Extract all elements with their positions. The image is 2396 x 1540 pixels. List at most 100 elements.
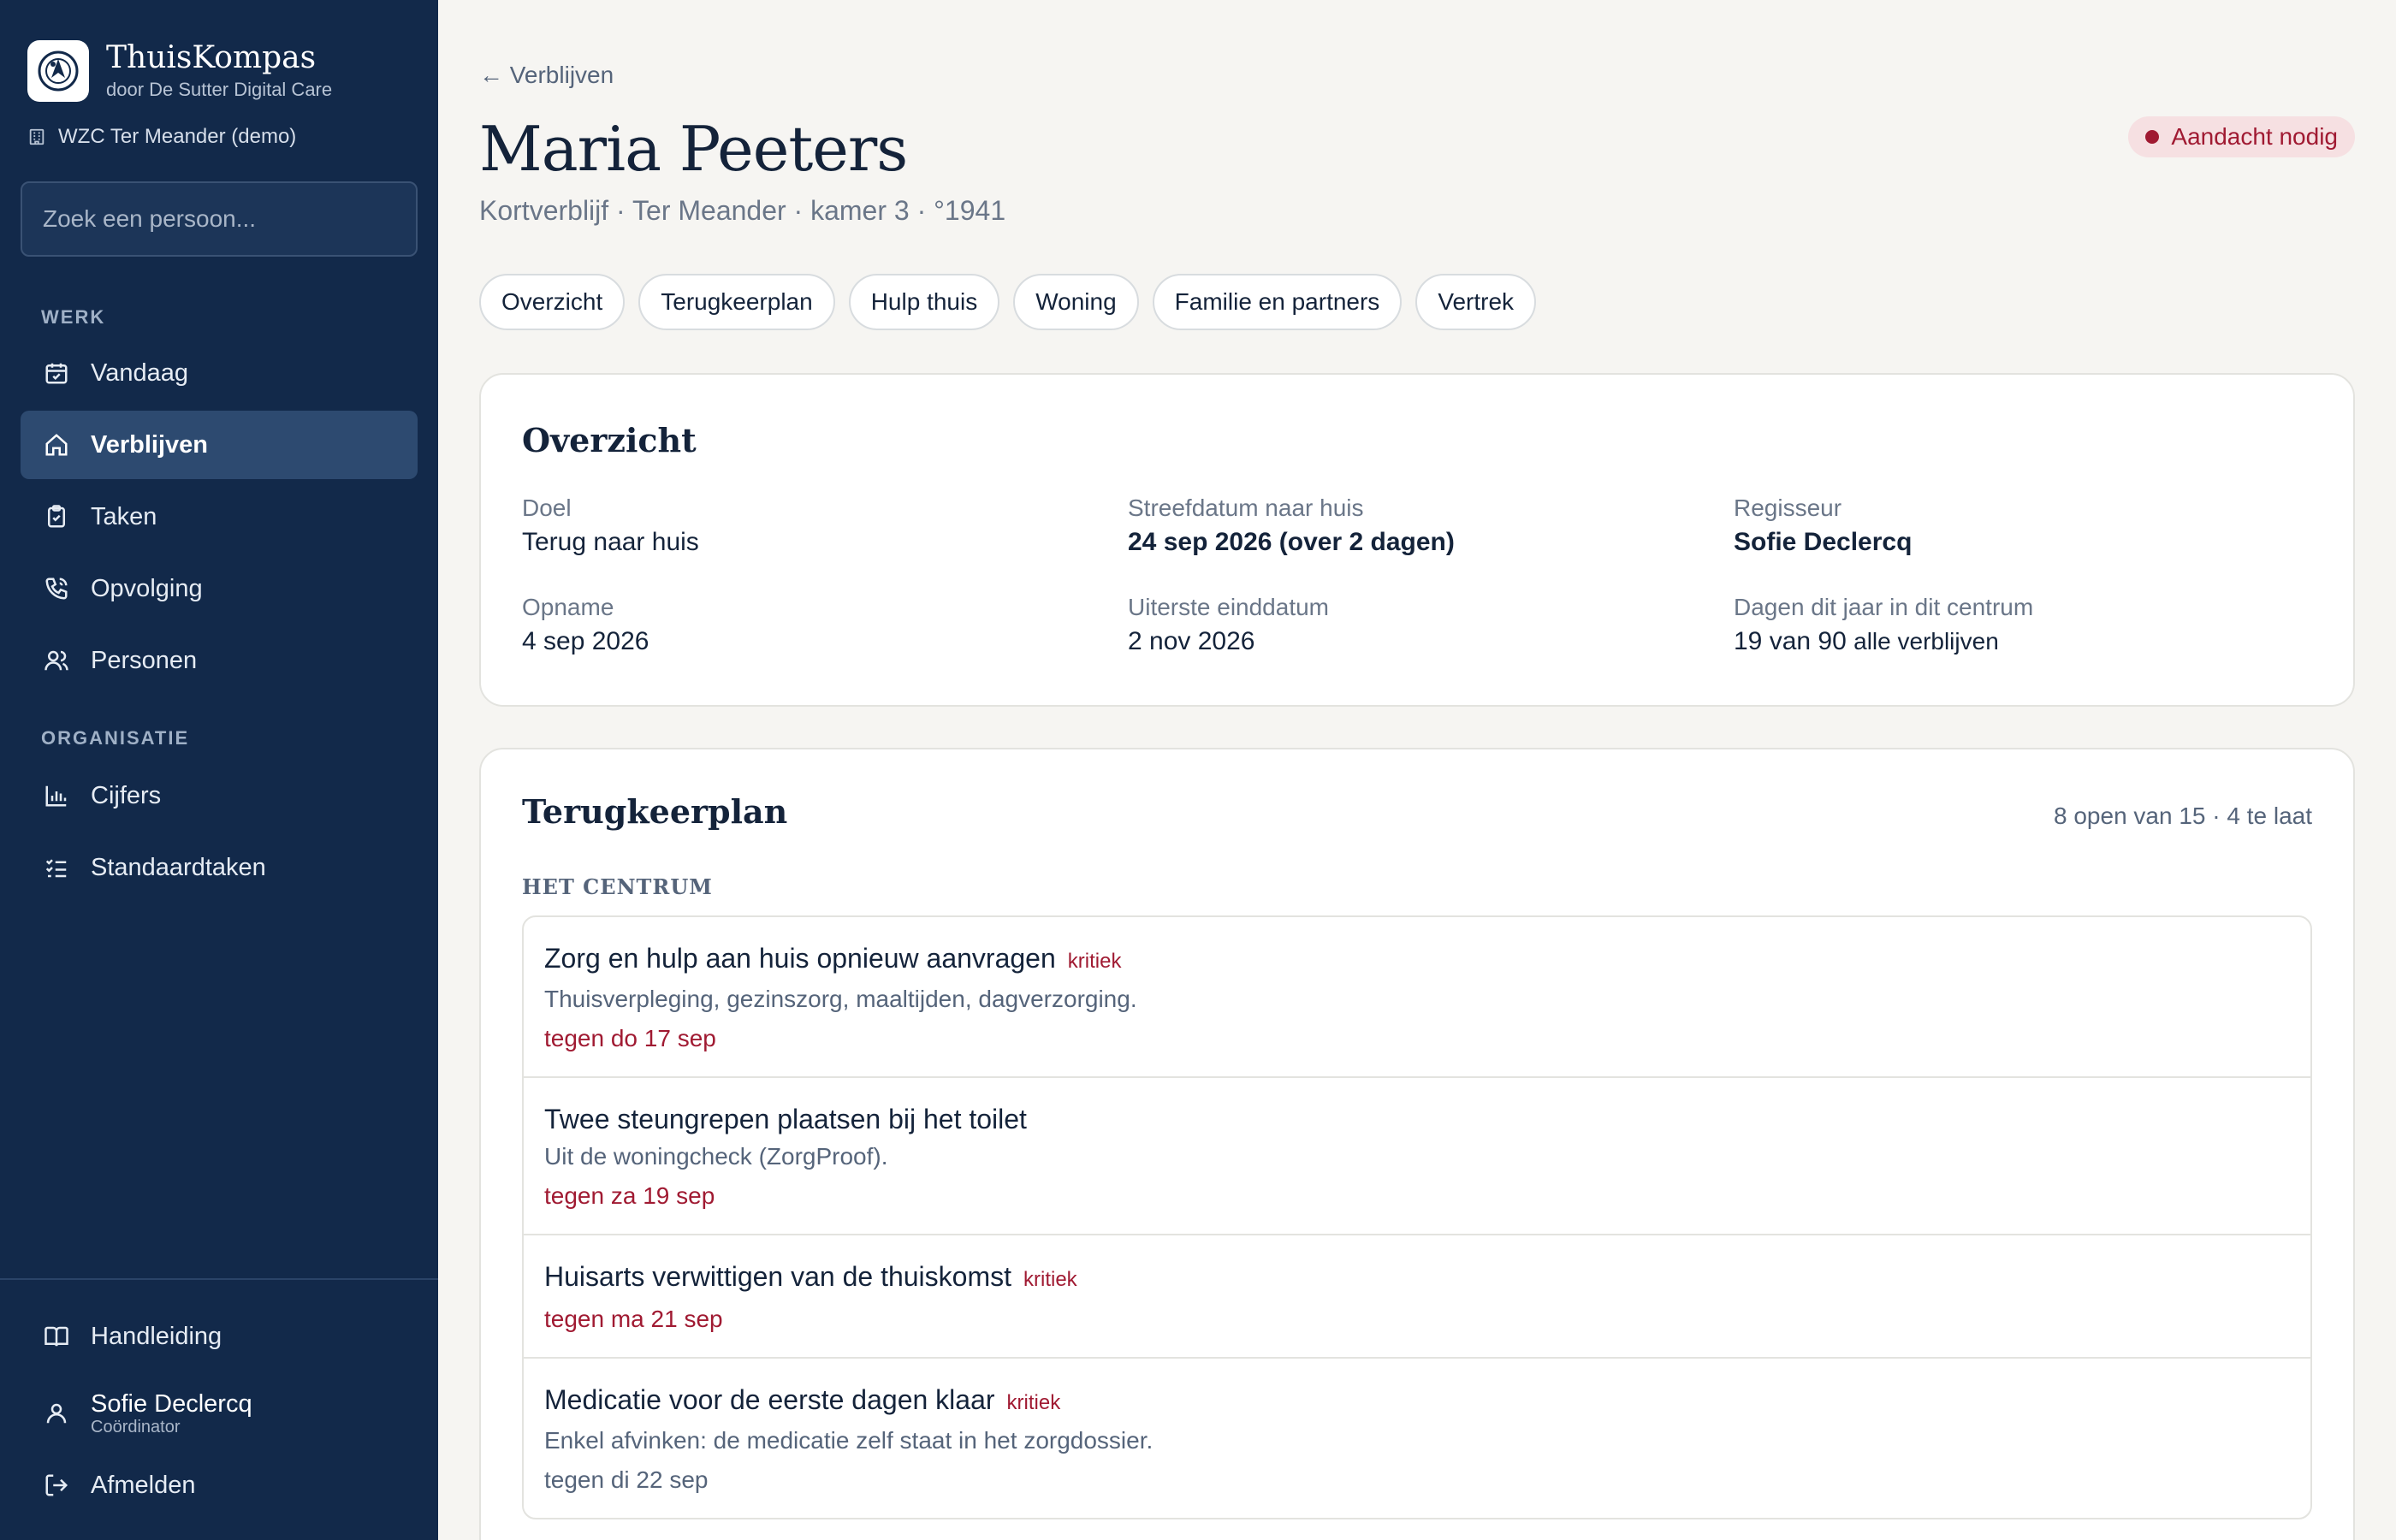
task-item[interactable]: Huisarts verwittigen van de thuiskomst kr… xyxy=(524,1235,2310,1359)
overview-title: Overzicht xyxy=(522,421,697,459)
sidebar-item-vandaag[interactable]: Vandaag xyxy=(21,339,418,407)
field-value: 19 van 90 alle verblijven xyxy=(1734,625,2316,659)
tab-overzicht[interactable]: Overzicht xyxy=(479,274,626,330)
brand-subtitle: door De Sutter Digital Care xyxy=(106,79,333,100)
tab-familie-en-partners[interactable]: Familie en partners xyxy=(1152,274,1403,330)
sidebar-item-label: Afmelden xyxy=(91,1471,196,1499)
critical-tag: kritiek xyxy=(1067,950,1122,973)
book-icon xyxy=(41,1321,72,1352)
field-value-suffix: alle verblijven xyxy=(1853,628,1999,654)
tab-woning[interactable]: Woning xyxy=(1013,274,1139,330)
section-label-organisation: ORGANISATIE xyxy=(41,727,190,749)
sidebar-item-label: Verblijven xyxy=(91,430,209,459)
task-due-date: tegen za 19 sep xyxy=(544,1182,715,1209)
task-title: Medicatie voor de eerste dagen klaar krit… xyxy=(544,1383,2290,1420)
sidebar: ThuisKompas door De Sutter Digital Care … xyxy=(0,0,438,1540)
field-value: 4 sep 2026 xyxy=(522,627,649,655)
field-label: Opname xyxy=(522,594,614,620)
task-description: Uit de woningcheck (ZorgProof). xyxy=(544,1143,888,1170)
field-value: 2 nov 2026 xyxy=(1128,627,1255,655)
checklist-icon xyxy=(41,852,72,883)
field-value-main: 19 van 90 xyxy=(1734,627,1847,655)
task-title: Zorg en hulp aan huis opnieuw aanvragen k… xyxy=(544,941,2290,979)
field-regisseur: Regisseur Sofie Declercq xyxy=(1734,493,2316,560)
calendar-icon xyxy=(41,358,72,388)
field-label: Uiterste einddatum xyxy=(1128,594,1330,620)
field-value: Terug naar huis xyxy=(522,528,699,556)
task-title: Huisarts verwittigen van de thuiskomst kr… xyxy=(544,1259,2290,1297)
task-title-text: Huisarts verwittigen van de thuiskomst xyxy=(544,1261,1011,1292)
plan-title: Terugkeerplan xyxy=(522,792,788,831)
sidebar-item-afmelden[interactable]: Afmelden xyxy=(21,1451,418,1519)
sidebar-item-handleiding[interactable]: Handleiding xyxy=(21,1302,418,1371)
task-group-label: HET CENTRUM xyxy=(522,874,713,899)
page-subtitle: Kortverblijf · Ter Meander · kamer 3 · °… xyxy=(479,195,1006,226)
task-due-date: tegen ma 21 sep xyxy=(544,1306,723,1332)
back-link[interactable]: ← Verblijven xyxy=(479,62,614,89)
field-label: Doel xyxy=(522,495,572,521)
field-doel: Doel Terug naar huis xyxy=(522,493,1128,560)
task-title-text: Medicatie voor de eerste dagen klaar xyxy=(544,1384,995,1415)
sidebar-item-label: Standaardtaken xyxy=(91,853,266,881)
sidebar-item-label: Cijfers xyxy=(91,781,162,809)
field-label: Dagen dit jaar in dit centrum xyxy=(1734,594,2034,620)
clipboard-check-icon xyxy=(41,501,72,532)
critical-tag: kritiek xyxy=(1006,1391,1061,1414)
task-title-text: Twee steungrepen plaatsen bij het toilet xyxy=(544,1104,1027,1134)
field-value: Sofie Declercq xyxy=(1734,528,1913,556)
sidebar-item-label: Personen xyxy=(91,646,198,674)
overview-card: Overzicht Doel Terug naar huis Streefdat… xyxy=(479,373,2355,707)
task-list: Zorg en hulp aan huis opnieuw aanvragen k… xyxy=(522,915,2312,1519)
sidebar-item-label: Opvolging xyxy=(91,574,203,602)
home-icon xyxy=(41,429,72,460)
tab-vertrek[interactable]: Vertrek xyxy=(1415,274,1537,330)
sidebar-item-opvolging[interactable]: Opvolging xyxy=(21,554,418,623)
field-uiterste-einddatum: Uiterste einddatum 2 nov 2026 xyxy=(1128,592,1734,659)
critical-tag: kritiek xyxy=(1023,1268,1077,1291)
compass-logo-icon xyxy=(27,40,89,102)
sidebar-item-verblijven[interactable]: Verblijven xyxy=(21,411,418,479)
tab-hulp-thuis[interactable]: Hulp thuis xyxy=(848,274,1000,330)
task-item[interactable]: Zorg en hulp aan huis opnieuw aanvragen k… xyxy=(524,917,2310,1078)
tab-bar: Overzicht Terugkeerplan Hulp thuis Wonin… xyxy=(479,274,1537,330)
plan-card: Terugkeerplan 8 open van 15 · 4 te laat … xyxy=(479,748,2355,1540)
sidebar-item-label: Handleiding xyxy=(91,1322,222,1350)
field-opname: Opname 4 sep 2026 xyxy=(522,592,1128,659)
task-description: Enkel afvinken: de medicatie zelf staat … xyxy=(544,1427,1154,1454)
task-title: Twee steungrepen plaatsen bij het toilet xyxy=(544,1102,2290,1136)
task-item[interactable]: Medicatie voor de eerste dagen klaar krit… xyxy=(524,1359,2310,1518)
user-icon xyxy=(41,1398,72,1429)
task-title-text: Zorg en hulp aan huis opnieuw aanvragen xyxy=(544,943,1056,974)
logout-icon xyxy=(41,1470,72,1501)
field-dagen-dit-jaar: Dagen dit jaar in dit centrum 19 van 90 … xyxy=(1734,592,2316,659)
field-value: 24 sep 2026 (over 2 dagen) xyxy=(1128,528,1455,556)
sidebar-divider xyxy=(0,1278,438,1280)
brand-name: ThuisKompas xyxy=(106,40,317,75)
status-badge: Aandacht nodig xyxy=(2128,116,2355,157)
bar-chart-icon xyxy=(41,780,72,811)
field-streefdatum: Streefdatum naar huis 24 sep 2026 (over … xyxy=(1128,493,1734,560)
building-icon xyxy=(27,127,46,146)
user-role: Coördinator xyxy=(91,1418,181,1436)
phone-icon xyxy=(41,573,72,604)
section-label-work: WERK xyxy=(41,306,106,328)
organisation-name: WZC Ter Meander (demo) xyxy=(27,125,296,149)
sidebar-item-cijfers[interactable]: Cijfers xyxy=(21,761,418,830)
current-user[interactable]: Sofie Declercq Coördinator xyxy=(21,1379,418,1448)
main-content: ← Verblijven Maria Peeters Kortverblijf … xyxy=(438,0,2396,1540)
search-input[interactable] xyxy=(21,181,418,257)
sidebar-item-label: Taken xyxy=(91,502,157,530)
brand[interactable]: ThuisKompas door De Sutter Digital Care xyxy=(27,39,332,103)
sidebar-item-standaardtaken[interactable]: Standaardtaken xyxy=(21,833,418,902)
task-due-date: tegen di 22 sep xyxy=(544,1466,709,1493)
users-icon xyxy=(41,645,72,676)
task-description: Thuisverpleging, gezinszorg, maaltijden,… xyxy=(544,986,1137,1012)
task-item[interactable]: Twee steungrepen plaatsen bij het toilet… xyxy=(524,1078,2310,1235)
tab-terugkeerplan[interactable]: Terugkeerplan xyxy=(638,274,835,330)
sidebar-item-taken[interactable]: Taken xyxy=(21,483,418,551)
page-title: Maria Peeters xyxy=(479,113,908,185)
sidebar-item-personen[interactable]: Personen xyxy=(21,626,418,695)
field-label: Regisseur xyxy=(1734,495,1842,521)
overview-fields: Doel Terug naar huis Streefdatum naar hu… xyxy=(522,493,2316,659)
field-label: Streefdatum naar huis xyxy=(1128,495,1364,521)
